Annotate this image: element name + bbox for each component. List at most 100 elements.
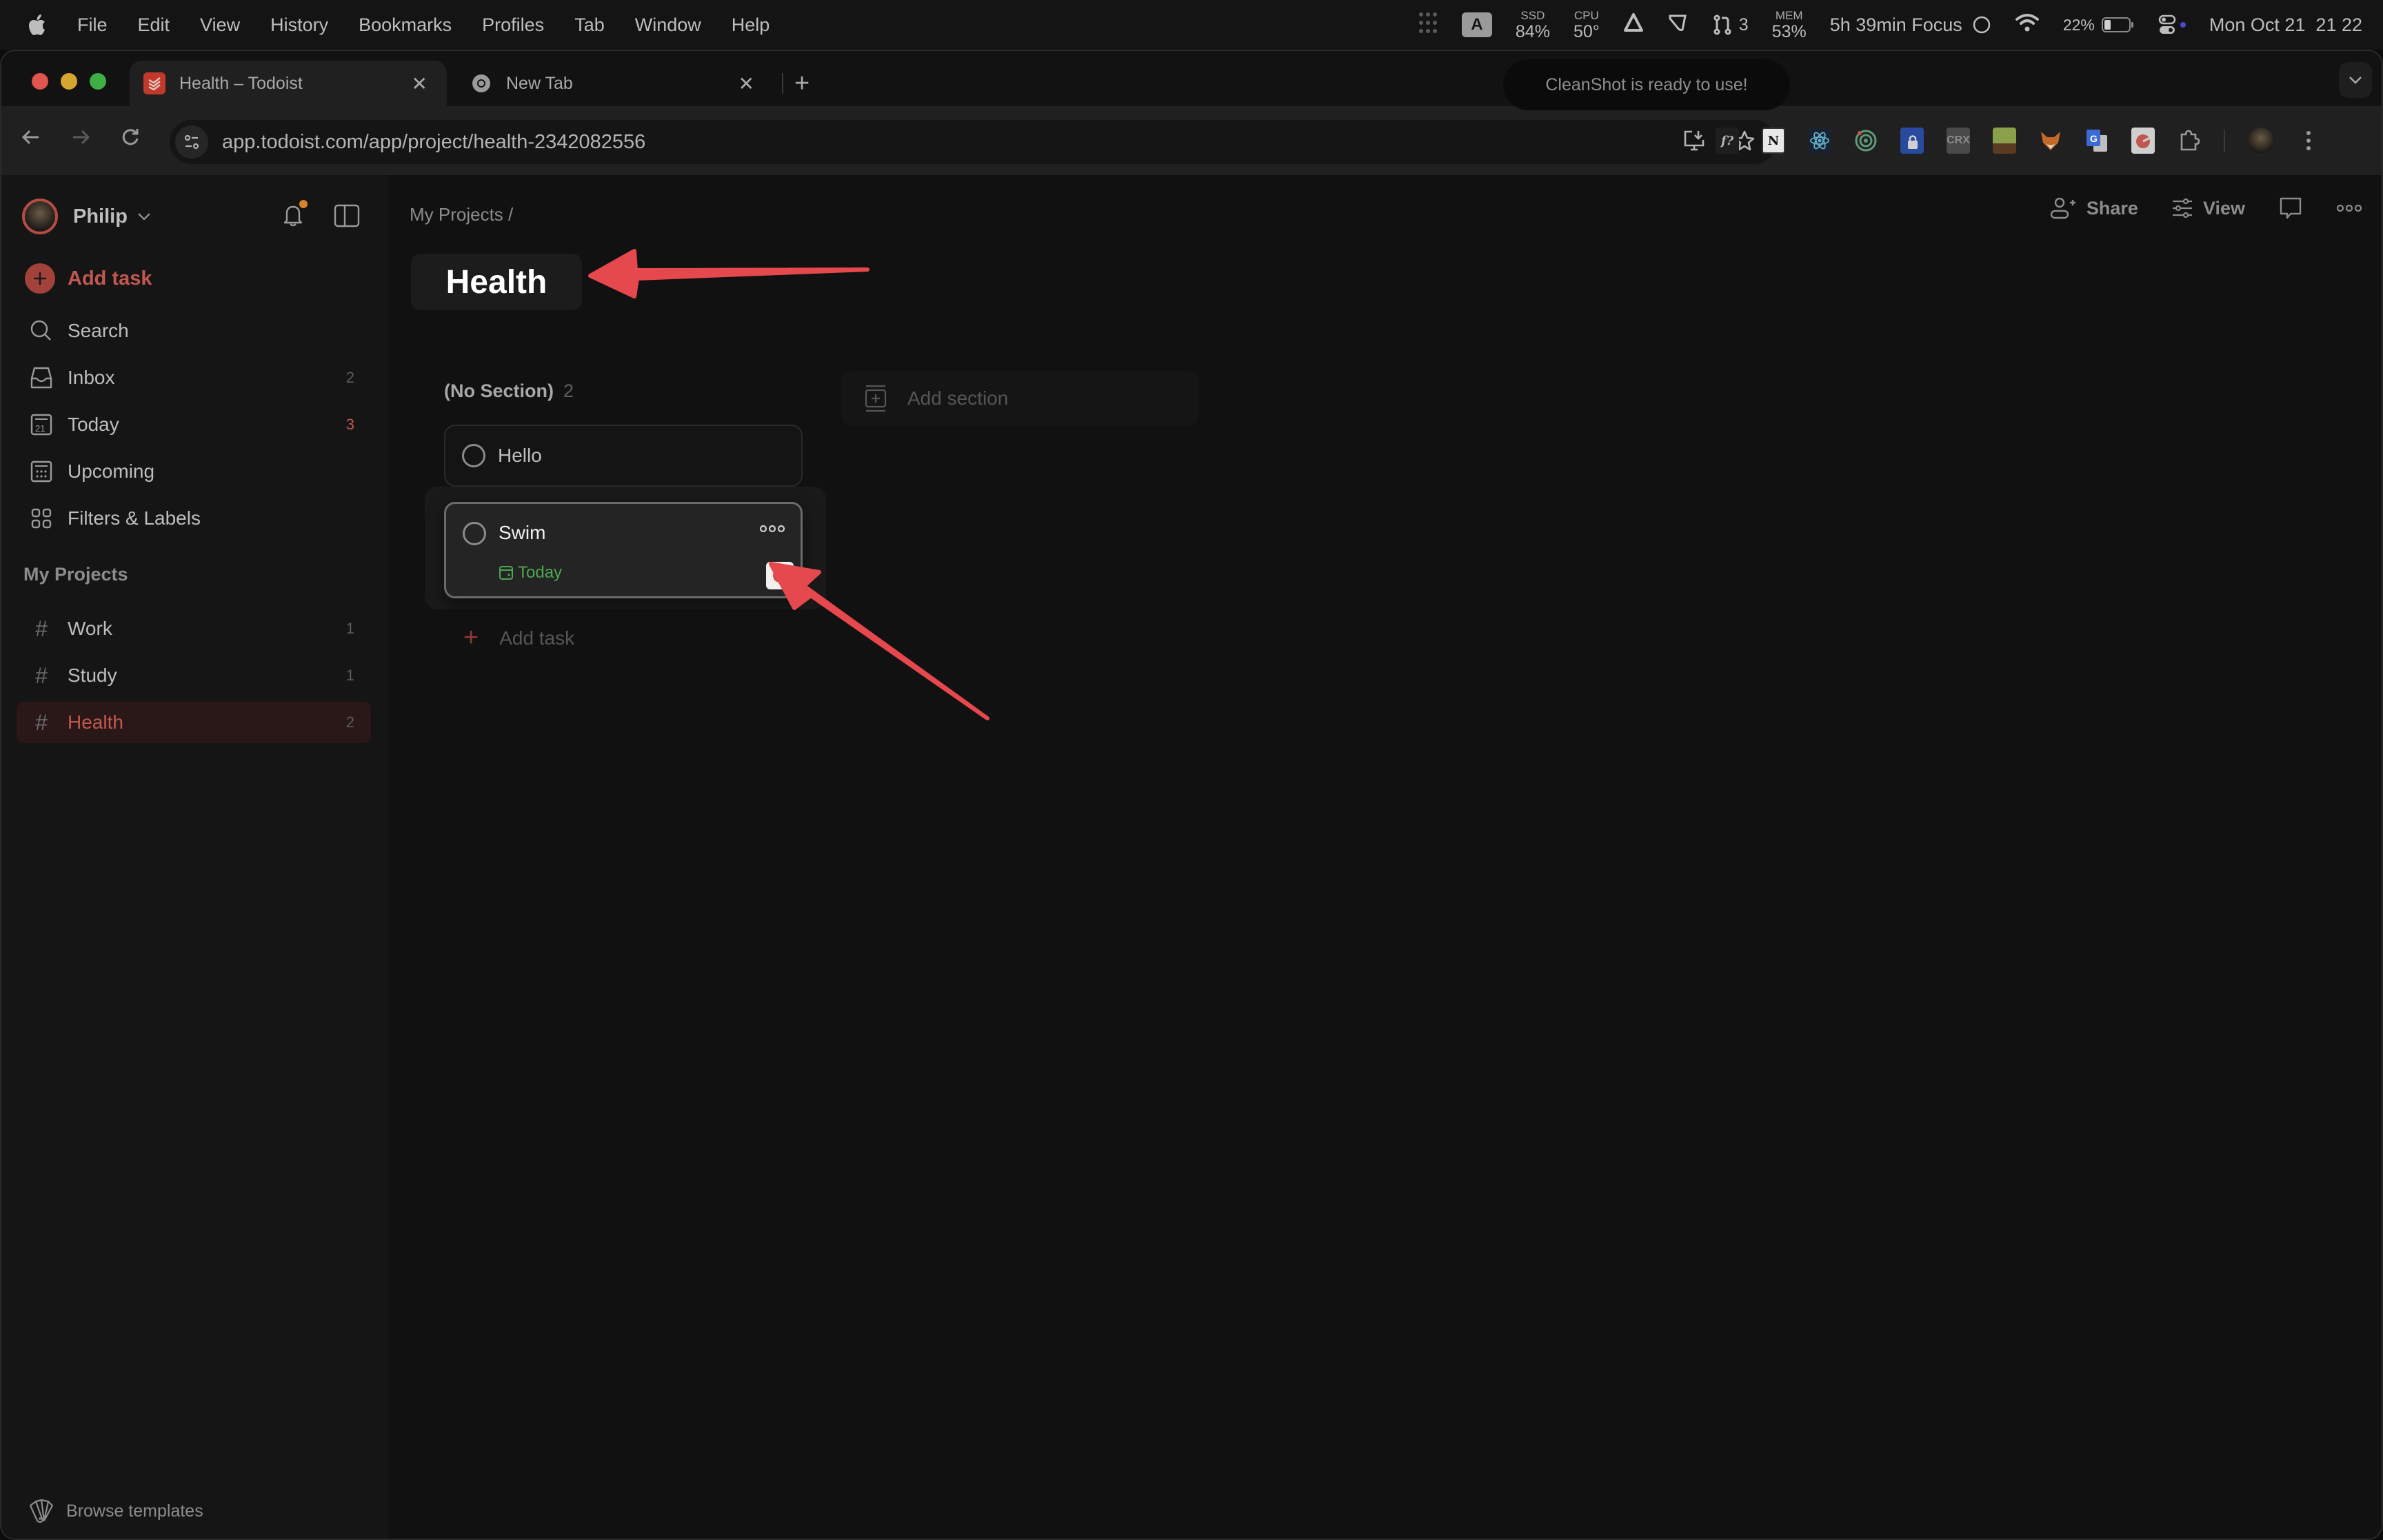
browse-templates-button[interactable]: Browse templates [28,1497,203,1525]
task-card[interactable]: Hello [444,425,803,487]
task-complete-checkbox[interactable] [462,444,485,467]
ssd-stat[interactable]: SSD 84% [1516,10,1550,41]
task-name[interactable]: Swim [499,522,545,544]
sidebar-project-work[interactable]: # Work 1 [17,608,371,649]
menu-bookmarks[interactable]: Bookmarks [359,14,452,36]
mem-stat[interactable]: MEM 53% [1772,10,1807,41]
tab-new-tab[interactable]: New Tab ✕ [456,61,774,106]
sidebar-item-inbox[interactable]: Inbox 2 [17,357,371,398]
task-due-date[interactable]: Today [499,563,562,582]
focus-timer[interactable]: 5h 39min Focus [1830,14,1991,36]
back-button[interactable] [21,127,41,152]
chevron-down-icon[interactable] [137,209,151,225]
pull-requests-status[interactable]: 3 [1713,14,1749,36]
delta-icon[interactable] [1623,12,1644,38]
minimize-window-button[interactable] [61,73,77,90]
extension-plant-icon[interactable] [1993,128,2016,154]
site-settings-icon[interactable] [175,125,208,159]
tab-close-icon[interactable]: ✕ [738,72,754,95]
comments-button[interactable] [2278,196,2303,221]
sidebar-add-task-button[interactable]: Add task [17,258,371,299]
extension-target-icon[interactable] [1854,128,1878,154]
svg-text:G: G [2090,133,2098,144]
more-horizontal-icon [2336,204,2362,212]
sidebar-project-health[interactable]: # Health 2 [17,702,371,743]
project-name: Study [68,665,117,686]
cpu-stat[interactable]: CPU 50° [1573,10,1600,41]
extensions-puzzle-icon[interactable] [2178,128,2201,154]
pull-requests-count: 3 [1738,14,1749,34]
extension-crx-icon[interactable]: CRX [1947,128,1970,154]
extension-notion-icon[interactable]: N [1762,128,1785,154]
user-name[interactable]: Philip [73,205,128,228]
clock-datetime[interactable]: Mon Oct 21 21 22 [2209,14,2362,36]
control-center-icon[interactable] [2158,14,2186,35]
add-person-icon [2050,197,2075,219]
share-button[interactable]: Share [2049,196,2138,220]
tab-close-icon[interactable]: ✕ [412,72,428,95]
share-label: Share [2086,197,2138,219]
calendar-icon [499,566,513,580]
today-count: 3 [345,416,354,433]
browser-menu-icon[interactable] [2297,128,2320,154]
breadcrumb[interactable]: My Projects / [410,204,513,225]
extension-fox-icon[interactable] [2039,128,2062,154]
screenshot-tool-icon[interactable] [1667,12,1689,39]
menu-tab[interactable]: Tab [574,14,605,36]
input-source-indicator[interactable]: A [1461,12,1492,37]
task-complete-checkbox[interactable] [463,522,486,545]
toggle-sidebar-button[interactable] [334,204,360,231]
menu-view[interactable]: View [200,14,240,36]
extension-fquestion-icon[interactable]: f? [1716,128,1739,154]
task-card[interactable]: Swim Today [444,502,803,598]
task-more-button[interactable] [759,522,785,538]
arrow-right-icon [73,130,90,145]
sidebar-item-search[interactable]: Search [17,310,371,352]
user-avatar[interactable] [22,199,58,234]
forward-button[interactable] [70,127,91,152]
svg-text:21: 21 [35,423,45,434]
menu-history[interactable]: History [270,14,328,36]
close-window-button[interactable] [32,73,48,90]
apple-logo-icon[interactable] [28,12,47,37]
menu-profiles[interactable]: Profiles [482,14,544,36]
maximize-window-button[interactable] [90,73,106,90]
menu-window[interactable]: Window [635,14,701,36]
extension-translate-icon[interactable]: G [2085,128,2109,154]
battery-icon [2101,17,2133,32]
more-options-button[interactable] [2336,203,2362,213]
wifi-icon[interactable] [2015,12,2040,38]
tab-health-todoist[interactable]: Health – Todoist ✕ [130,61,447,106]
project-title[interactable]: Health [411,254,582,310]
menu-file[interactable]: File [77,14,108,36]
battery-status[interactable]: 22% [2063,16,2135,34]
add-section-button[interactable]: Add section [841,371,1198,426]
extension-lock-icon[interactable] [1900,128,1924,154]
sidebar-item-today[interactable]: 21 Today 3 [17,404,371,445]
task-name[interactable]: Hello [498,445,542,467]
tab-search-button[interactable] [2339,62,2372,98]
arrow-left-icon [21,130,39,145]
timer-extension-badge[interactable] [766,562,794,589]
install-app-icon[interactable] [1682,129,1706,156]
url-text[interactable]: app.todoist.com/app/project/health-23420… [222,131,645,154]
section-header[interactable]: (No Section) 2 [444,381,574,402]
my-projects-heading[interactable]: My Projects [23,564,128,585]
sidebar-item-upcoming[interactable]: Upcoming [17,451,371,492]
reload-button[interactable] [120,127,141,152]
sidebar-item-filters-labels[interactable]: Filters & Labels [17,498,371,539]
profile-avatar[interactable] [2248,128,2274,154]
add-task-inline-button[interactable]: + Add task [463,623,574,653]
address-bar[interactable]: app.todoist.com/app/project/health-23420… [170,120,1776,164]
extension-react-icon[interactable] [1808,128,1831,154]
menu-edit[interactable]: Edit [138,14,170,36]
app-grid-icon[interactable] [1418,11,1438,39]
extension-timer-icon[interactable] [2131,128,2155,154]
mem-value: 53% [1771,21,1807,41]
notifications-button[interactable] [281,200,308,231]
view-button[interactable]: View [2171,198,2245,219]
new-tab-button[interactable]: + [794,70,810,97]
plus-icon: + [463,623,479,652]
sidebar-project-study[interactable]: # Study 1 [17,655,371,696]
menu-help[interactable]: Help [732,14,770,36]
